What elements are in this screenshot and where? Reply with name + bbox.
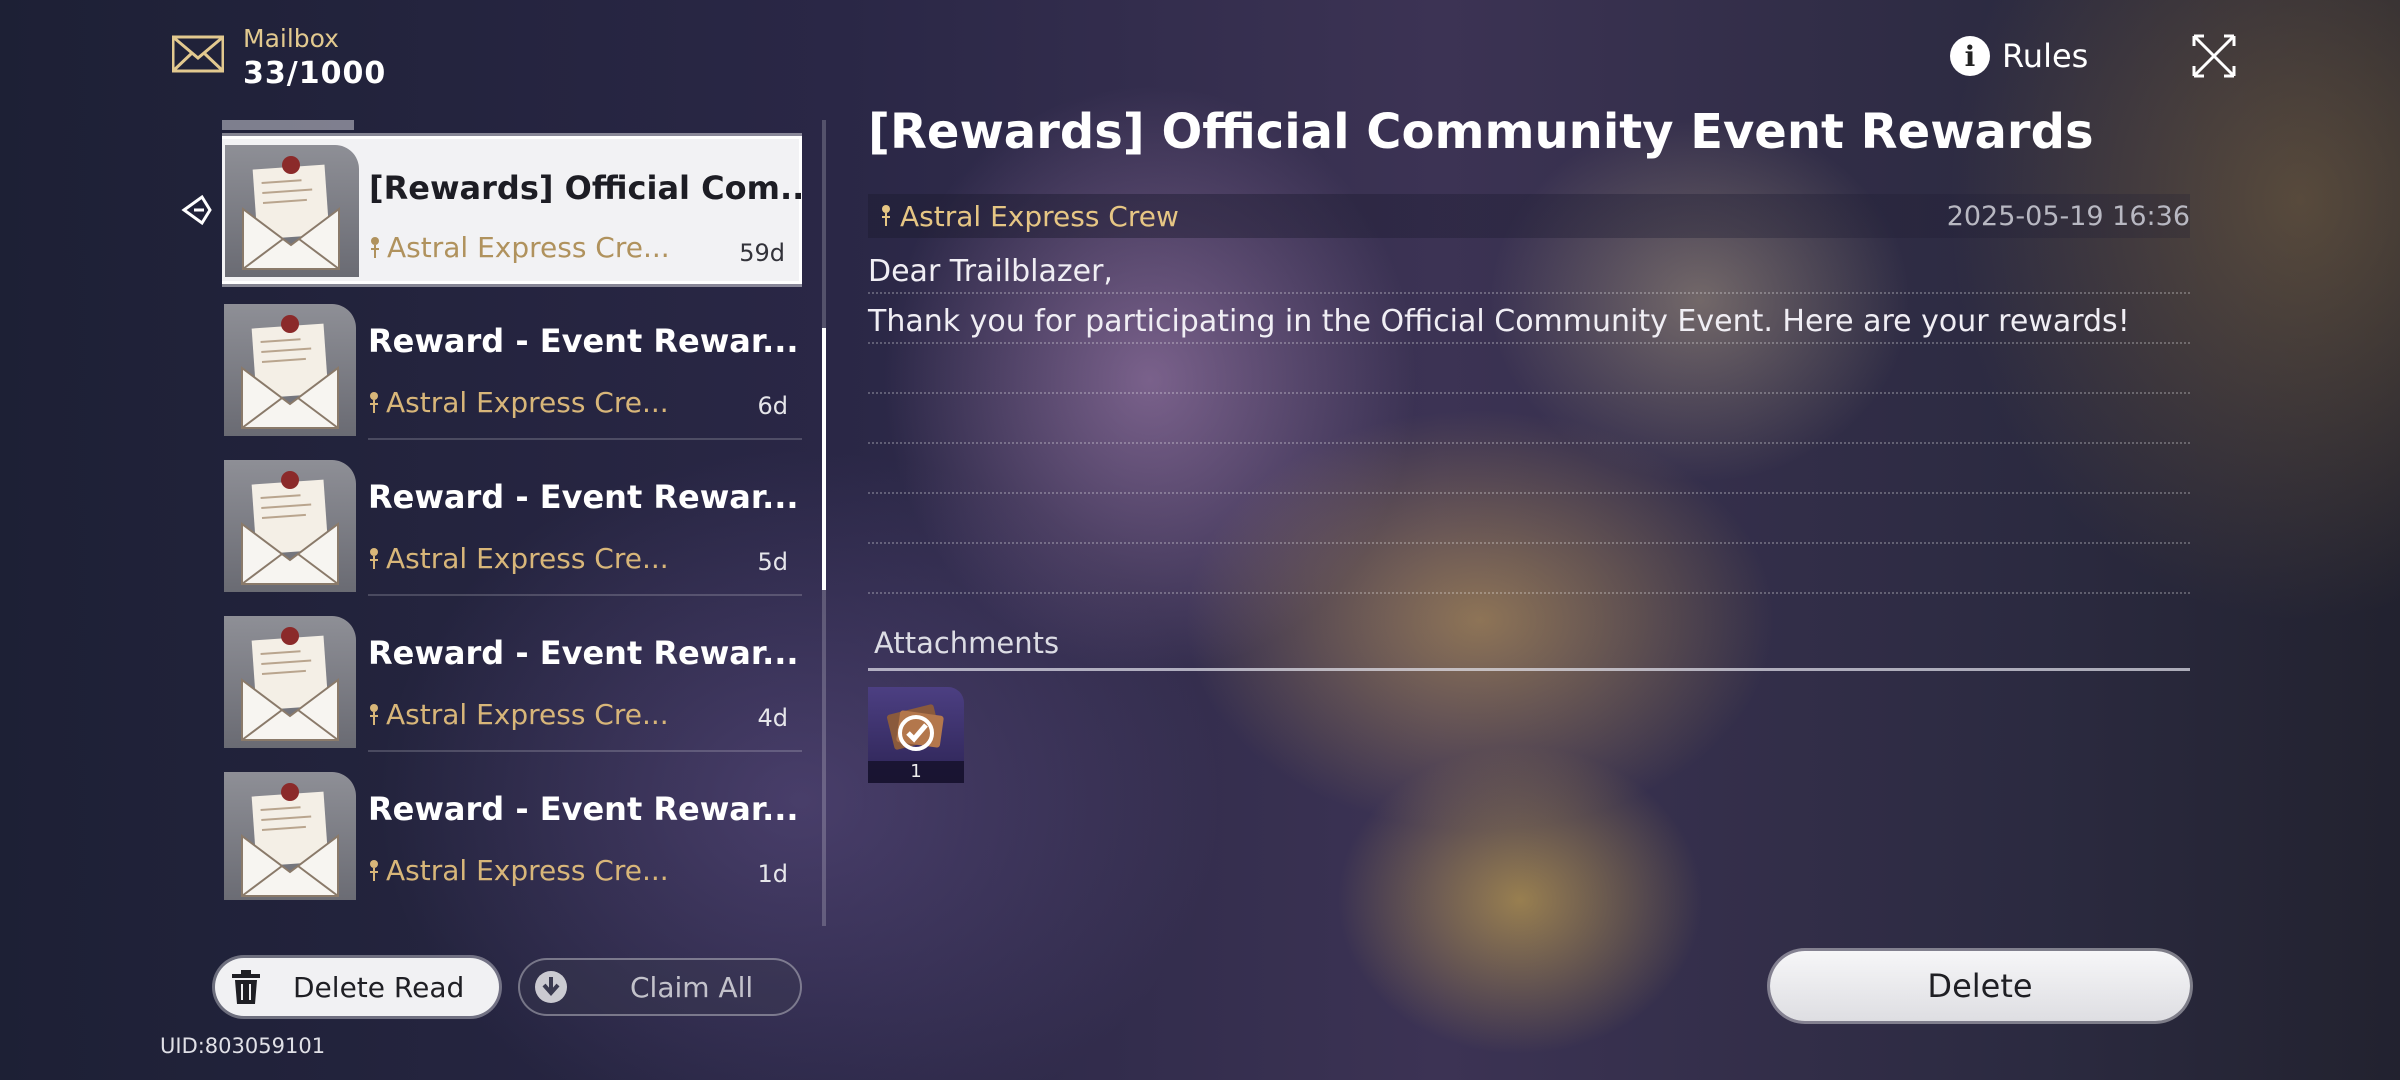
mail-age: 6d [757,392,788,420]
mail-list-item[interactable]: Reward - Event Rewar... Astral Express C… [222,292,802,440]
mail-body-line [868,444,2190,494]
mail-age: 1d [757,860,788,888]
envelope-thumbnail [224,460,356,592]
envelope-thumbnail [224,616,356,748]
pin-icon [370,391,378,413]
mail-date: 2025-05-19 16:36 [1946,200,2190,232]
mail-detail-sender-label: Astral Express Crew [900,199,1179,233]
delete-read-label: Delete Read [293,970,465,1004]
pin-icon [370,859,378,881]
mail-age: 5d [757,548,788,576]
mailbox-label: Mailbox [243,24,339,53]
pin-icon [371,236,379,258]
mail-list-item[interactable]: [Rewards] Official Com... Astral Express… [222,136,802,284]
attachments-divider [868,668,2190,671]
envelope-icon [242,156,340,270]
envelope-thumbnail [224,304,356,436]
mail-sender-label: Astral Express Cre... [386,386,669,419]
mail-body-line: Thank you for participating in the Offic… [868,294,2190,344]
attachment-quantity: 1 [868,761,964,783]
mail-detail-sender: Astral Express Crew [880,200,1179,233]
mail-list-item[interactable]: Reward - Event Rewar... Astral Express C… [222,760,802,900]
scrollbar-thumb[interactable] [822,328,826,590]
mail-sender: Astral Express Cre... [368,542,669,575]
divider [368,438,802,440]
delete-read-button[interactable]: Delete Read [215,958,499,1016]
pin-icon [882,205,890,226]
attachments-label: Attachments [874,626,1060,660]
envelope-thumbnail [224,772,356,900]
mail-sender-label: Astral Express Cre... [387,231,670,264]
mail-list-item[interactable]: Reward - Event Rewar... Astral Express C… [222,604,802,752]
claim-all-button[interactable]: Claim All [518,958,802,1016]
envelope-icon [241,315,339,429]
envelope-icon [241,783,339,897]
mail-sender-label: Astral Express Cre... [386,698,669,731]
mail-sender: Astral Express Cre... [368,854,669,887]
claim-all-label: Claim All [630,970,754,1004]
divider [368,594,802,596]
mail-body-line [868,544,2190,594]
download-icon [535,971,567,1003]
envelope-thumbnail [225,145,359,277]
pin-icon [370,547,378,569]
envelope-icon [241,471,339,585]
uid-label: UID:803059101 [160,1034,326,1058]
mail-list[interactable]: [Rewards] Official Com... Astral Express… [222,120,802,900]
trash-icon [232,970,260,1004]
pin-icon [370,703,378,725]
envelope-icon [241,627,339,741]
mail-body-line: Dear Trailblazer, [868,244,2190,294]
mail-age: 4d [757,704,788,732]
mail-sender: Astral Express Cre... [369,231,670,264]
mail-title: Reward - Event Rewar... [368,790,799,828]
mail-body-line [868,344,2190,394]
mail-body-line [868,394,2190,444]
rules-button[interactable]: i Rules [1950,34,2088,78]
reward-ticket-icon [886,704,944,751]
selection-arrow-icon [181,194,212,226]
mail-title: Reward - Event Rewar... [368,478,799,516]
mail-body-line [868,494,2190,544]
mail-title: Reward - Event Rewar... [368,322,799,360]
close-icon[interactable] [2190,32,2238,80]
mail-meta-bar: Astral Express Crew 2025-05-19 16:36 [868,194,2190,238]
mail-list-item[interactable]: Reward - Event Rewar... Astral Express C… [222,448,802,596]
mail-sender-label: Astral Express Cre... [386,854,669,887]
mail-detail-title: [Rewards] Official Community Event Rewar… [868,104,2094,160]
rules-label: Rules [2002,37,2089,75]
mail-age: 59d [739,239,785,267]
list-item-partial [222,120,354,130]
mail-title: [Rewards] Official Com... [369,169,802,207]
delete-button[interactable]: Delete [1770,951,2190,1021]
mailbox-icon [172,35,224,73]
attachment-item[interactable]: 1 [868,687,964,783]
mail-title: Reward - Event Rewar... [368,634,799,672]
divider [368,750,802,752]
mail-body: Dear Trailblazer, Thank you for particip… [868,244,2190,594]
mail-sender: Astral Express Cre... [368,386,669,419]
mailbox-count: 33/1000 [243,56,387,91]
mail-sender-label: Astral Express Cre... [386,542,669,575]
info-icon: i [1950,36,1990,76]
mail-sender: Astral Express Cre... [368,698,669,731]
